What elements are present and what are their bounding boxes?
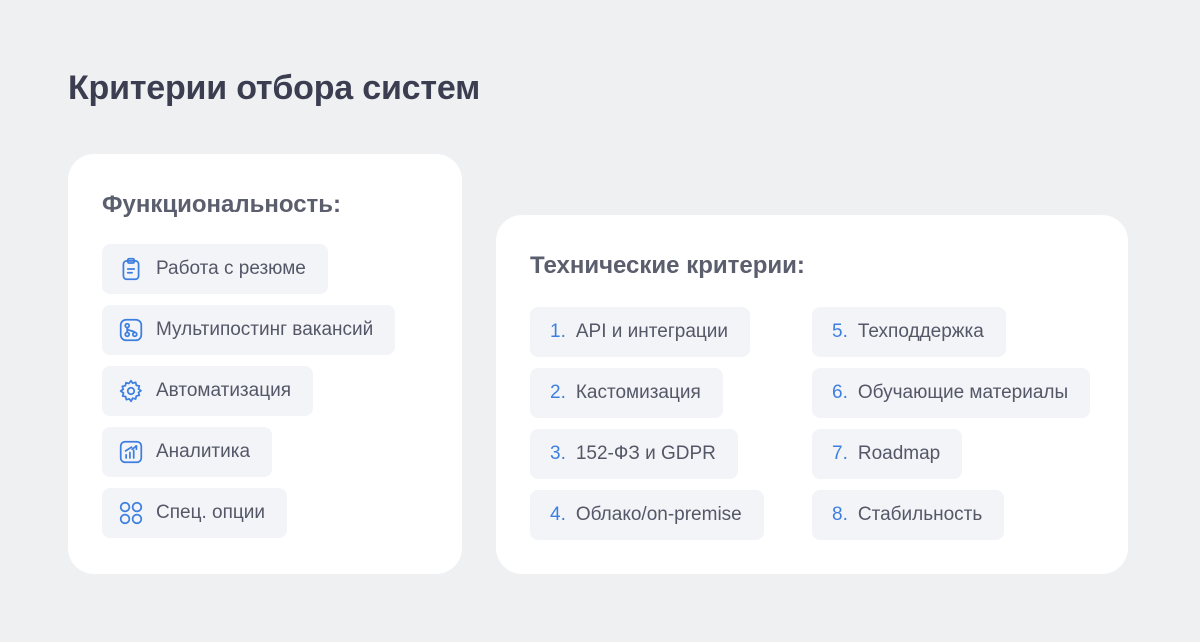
technical-item-number: 5.: [832, 321, 848, 342]
functionality-item-multiposting: Мультипостинг вакансий: [102, 305, 396, 355]
technical-item: 7. Roadmap: [812, 429, 963, 479]
technical-item-number: 4.: [550, 504, 566, 525]
functionality-item-resume: Работа с резюме: [102, 244, 328, 294]
chart-icon: [118, 439, 144, 465]
technical-item-number: 7.: [832, 443, 848, 464]
functionality-item-special: Спец. опции: [102, 488, 287, 538]
technical-item-number: 8.: [832, 504, 848, 525]
technical-item-label: Техподдержка: [857, 321, 984, 342]
functionality-item-label: Автоматизация: [156, 380, 291, 401]
technical-item-label: Стабильность: [857, 504, 983, 525]
technical-title: Технические критерии:: [530, 252, 805, 279]
technical-item: 6. Обучающие материалы: [812, 368, 1091, 418]
technical-column-right: 5. Техподдержка 6. Обучающие материалы 7…: [812, 307, 1094, 540]
functionality-item-analytics: Аналитика: [102, 427, 273, 477]
functionality-list: Работа с резюме Мультипостинг вакансий А…: [102, 244, 428, 538]
technical-item-number: 6.: [832, 382, 848, 403]
technical-item: 5. Техподдержка: [812, 307, 1006, 357]
gear-icon: [118, 378, 144, 404]
technical-item: 8. Стабильность: [812, 490, 1005, 540]
technical-item-number: 3.: [550, 443, 566, 464]
technical-item: 4. Облако/on-premise: [530, 490, 764, 540]
technical-grid: 1. API и интеграции 2. Кастомизация 3. 1…: [530, 307, 1094, 540]
functionality-card: Функциональность: Работа с резюме Мульти…: [68, 154, 462, 574]
technical-item: 1. API и интеграции: [530, 307, 750, 357]
technical-item-label: Облако/on-premise: [575, 504, 742, 525]
functionality-item-label: Мультипостинг вакансий: [156, 319, 374, 340]
technical-item-label: 152-ФЗ и GDPR: [575, 443, 716, 464]
grid-icon: [118, 500, 144, 526]
functionality-item-label: Аналитика: [156, 441, 251, 462]
functionality-title: Функциональность:: [102, 191, 342, 218]
technical-item-number: 1.: [550, 321, 566, 342]
technical-item-label: Roadmap: [857, 443, 941, 464]
branch-icon: [118, 317, 144, 343]
functionality-item-label: Работа с резюме: [156, 258, 306, 279]
technical-column-left: 1. API и интеграции 2. Кастомизация 3. 1…: [530, 307, 764, 540]
functionality-item-automation: Автоматизация: [102, 366, 313, 416]
technical-card: Технические критерии: 1. API и интеграци…: [496, 215, 1128, 574]
technical-item-number: 2.: [550, 382, 566, 403]
technical-item: 3. 152-ФЗ и GDPR: [530, 429, 738, 479]
functionality-item-label: Спец. опции: [156, 502, 265, 523]
technical-item-label: API и интеграции: [575, 321, 728, 342]
technical-item: 2. Кастомизация: [530, 368, 723, 418]
technical-item-label: Обучающие материалы: [857, 382, 1069, 403]
technical-item-label: Кастомизация: [575, 382, 701, 403]
clipboard-icon: [118, 256, 144, 282]
page-title: Критерии отбора систем: [68, 69, 481, 107]
